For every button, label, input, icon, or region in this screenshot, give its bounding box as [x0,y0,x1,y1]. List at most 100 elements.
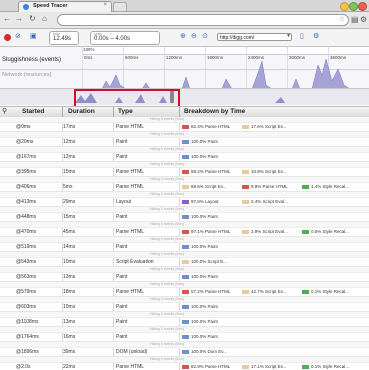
cell-started: @470ms [16,229,37,235]
event-row[interactable]: @20ms 12ms Paint 100.0% Paint [0,138,369,147]
breakdown-swatch [242,170,249,174]
event-row[interactable]: @413ms 29ms Layout 97.6% Layout 2.4% Script … [0,198,369,207]
breakdown-label: 100.0% Paint [191,154,218,159]
cell-type: Parse HTML [116,169,145,175]
breakdown-label: 100.0% Paint [191,139,218,144]
zoom-in-icon[interactable]: ⊕ [180,33,188,41]
new-tab-button[interactable] [113,2,127,12]
cell-duration: 29ms [63,199,76,205]
settings-icon[interactable]: ⚙ [313,33,321,41]
wrench-icon[interactable]: ⚙ [360,15,369,24]
breakdown-label: 42.7% Script Ev... [251,289,287,294]
cell-started: @1108ms [16,319,39,325]
cell-started: @167ms [16,154,37,160]
home-icon[interactable]: ⌂ [42,14,47,24]
event-row[interactable]: @448ms 15ms Paint 100.0% Paint [0,213,369,222]
search-icon[interactable]: ⚲ [2,107,7,115]
zoom-reset-icon[interactable]: ⊙ [202,33,210,41]
hidden-events-label: Hiding 0 events (0ms) [150,342,185,346]
event-row[interactable]: @543ms 10ms Script Evaluation 100.0% Script… [0,258,369,267]
breakdown-swatch [242,230,249,234]
breakdown-swatch [182,215,189,219]
cell-type: Paint [116,139,128,145]
page-icon[interactable]: ▯ [300,33,308,41]
cell-type: Parse HTML [116,364,145,370]
header-started[interactable]: Started [22,108,44,115]
event-row[interactable]: @406ms 5ms Parse HTML 88.6% Script Ev... 9.9… [0,183,369,192]
total-time-box: total 12.49s [49,31,79,45]
sluggishness-graph [82,58,369,89]
header-type[interactable]: Type [118,108,133,115]
breakdown-swatch [182,200,189,204]
event-row[interactable]: @0ms 17ms Parse HTML 82.4% Parse HTML 17.6% … [0,123,369,132]
back-arrow-icon[interactable]: ← [3,14,11,24]
event-row[interactable]: @1108ms 13ms Paint 100.0% Paint [0,318,369,327]
zoom-out-icon[interactable]: ⊖ [191,33,199,41]
title-bar: Speed Tracer × [0,0,369,12]
hidden-events-label: Hiding 0 events (0ms) [150,192,185,196]
header-breakdown[interactable]: Breakdown by Time [184,108,245,115]
breakdown-swatch [182,260,189,264]
event-row[interactable]: @395ms 15ms Parse HTML 89.2% Parse HTML 10.8… [0,168,369,177]
breakdown-swatch [242,290,249,294]
cell-type: DOM (unload) [116,349,148,355]
close-button[interactable] [358,2,367,11]
hidden-events-label: Hiding 0 events (0ms) [150,147,185,151]
maximize-button[interactable] [349,2,358,11]
cell-started: @543ms [16,259,37,265]
event-row[interactable]: @470ms 45ms Parse HTML 97.1% Parse HTML 2.9%… [0,228,369,237]
event-row[interactable]: @1896ms 39ms DOM (unload) 100.0% Dom Ev... [0,348,369,357]
breakdown-swatch [182,125,189,129]
event-row[interactable]: @1764ms 16ms Paint 100.0% Paint [0,333,369,342]
breakdown-label: 100.0% Paint [191,334,218,339]
event-row[interactable]: @579ms 18ms Parse HTML 57.2% Parse HTML 42.7… [0,288,369,297]
time-axis [82,47,369,55]
address-bar[interactable]: ☆ [57,14,349,26]
event-row[interactable]: @167ms 12ms Paint 100.0% Paint [0,153,369,162]
timeline-overview[interactable]: 189% 0ms 600ms 1200ms 1800ms 2400ms 3000… [0,47,369,105]
breakdown-swatch [302,230,309,234]
event-row[interactable]: @603ms 10ms Paint 100.0% Paint [0,303,369,312]
overview-scrollbar[interactable] [0,88,369,105]
cell-duration: 5ms [63,184,73,190]
span-value: 0.00s – 4.00s [94,36,131,42]
tab-close-icon[interactable]: × [103,2,107,8]
breakdown-label: 100.0% Paint [191,319,218,324]
page-menu-icon[interactable]: ▤ [351,15,360,24]
reload-icon[interactable]: ↻ [29,14,36,24]
cell-duration: 18ms [63,289,76,295]
browser-tab[interactable]: Speed Tracer × [18,1,112,12]
record-icon[interactable] [4,34,11,41]
event-row[interactable]: @519ms 14ms Paint 100.0% Paint [0,243,369,252]
breakdown-swatch [182,230,189,234]
event-row[interactable]: @563ms 13ms Paint 100.0% Paint [0,273,369,282]
breakdown-swatch [302,365,309,369]
cell-duration: 10ms [63,259,76,265]
event-row[interactable]: @2.0s 22ms Parse HTML 82.9% Parse HTML 17.1%… [0,363,369,370]
breakdown-label: 17.1% Script Ev... [251,364,287,369]
breakdown-swatch [182,290,189,294]
breakdown-label: 82.9% Parse HTML [191,364,231,369]
breakdown-label: 17.6% Script Ev... [251,124,287,129]
minimize-button[interactable] [340,2,349,11]
cell-type: Paint [116,334,128,340]
url-dropdown-icon[interactable]: ▼ [286,33,291,39]
breakdown-swatch [242,200,249,204]
cell-duration: 13ms [63,319,76,325]
breakdown-label: 88.6% Script Ev... [191,184,227,189]
breakdown-label: 100.0% Paint [191,244,218,249]
forward-arrow-icon[interactable]: → [15,14,23,24]
breakdown-swatch [242,185,249,189]
breakdown-swatch [182,155,189,159]
network-label: Network (resources) [2,72,52,78]
browser-toolbar: ← → ↻ ⌂ ☆ ▤ ⚙ [0,12,369,29]
star-icon[interactable]: ☆ [339,15,345,25]
header-duration[interactable]: Duration [68,108,95,115]
breakdown-label: 100.0% Paint [191,304,218,309]
clear-icon[interactable]: ⊘ [15,33,23,41]
url-selector[interactable]: http://digg.com/ [217,33,292,41]
save-icon[interactable]: ▣ [30,33,38,41]
cell-started: @0ms [16,124,31,130]
cell-type: Paint [116,244,128,250]
cell-started: @603ms [16,304,37,310]
